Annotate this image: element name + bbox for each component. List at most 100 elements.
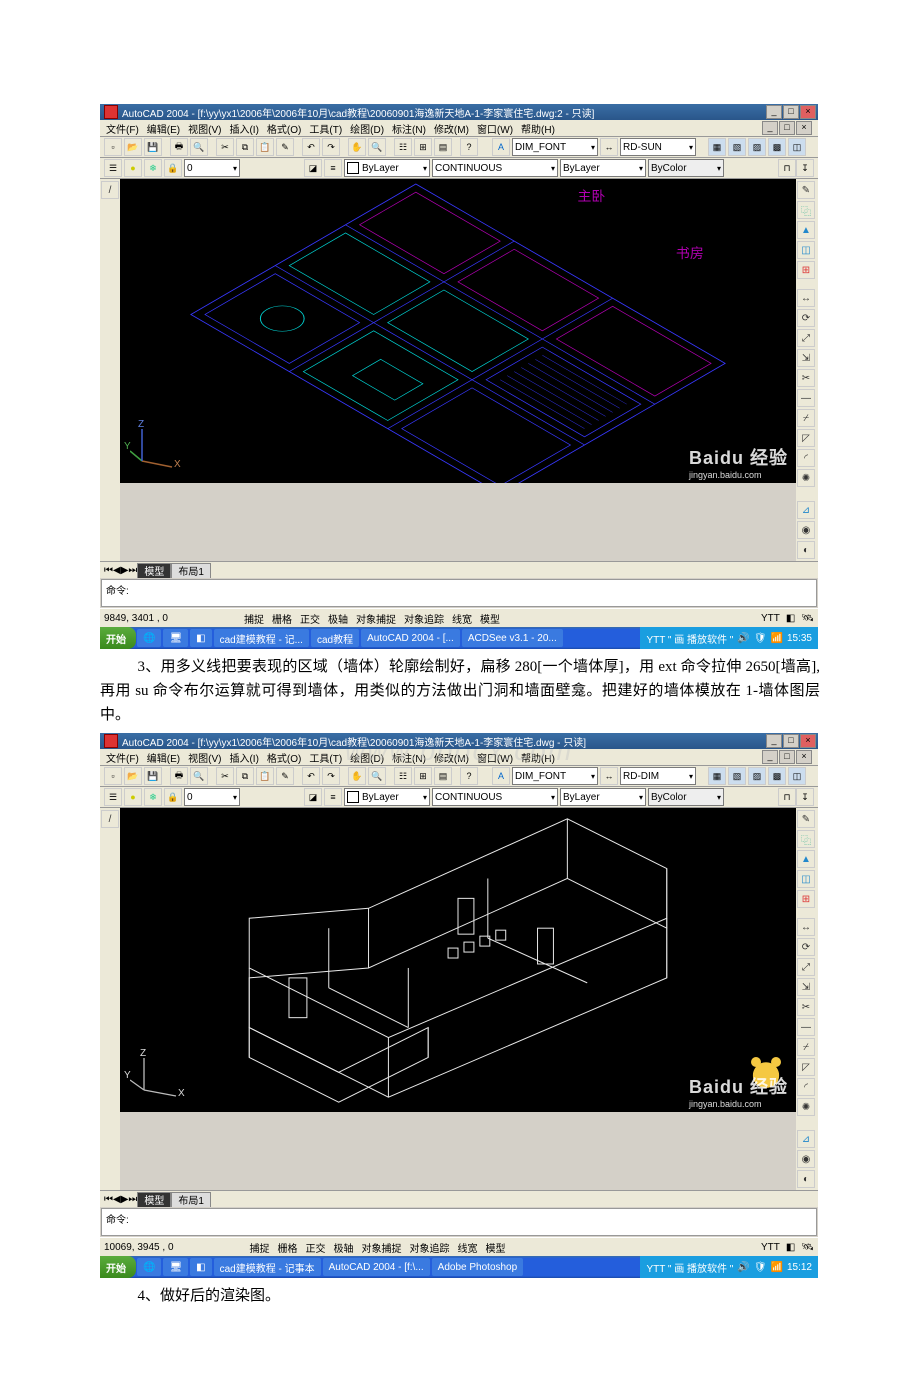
color-icon[interactable]: ◪ [304, 159, 322, 177]
layer-lock-icon[interactable]: 🔒 [164, 159, 182, 177]
tab-nav-first-icon[interactable]: ⏮ [104, 565, 113, 576]
text-style-dropdown[interactable]: DIM_FONT [512, 138, 598, 156]
help-icon[interactable]: ? [460, 138, 478, 156]
status-otrack[interactable]: 对象追踪 [404, 611, 444, 626]
command-line[interactable]: 命令: [101, 1208, 817, 1236]
trim-icon[interactable]: ✂ [797, 369, 815, 387]
designcenter-icon[interactable]: ⊞ [414, 767, 432, 785]
tb-icon-a[interactable]: ▦ [708, 767, 726, 785]
color-dropdown[interactable]: ByLayer [344, 159, 430, 177]
layer-freeze-icon[interactable]: ❄ [144, 788, 162, 806]
tb-icon-c[interactable]: ▨ [748, 138, 766, 156]
offset-icon[interactable]: ◫ [797, 241, 815, 259]
tab-model[interactable]: 模型 [137, 563, 171, 578]
tab-layout1[interactable]: 布局1 [171, 563, 211, 578]
open-icon[interactable]: 📂 [124, 138, 142, 156]
menu-dimension[interactable]: 标注(N) [392, 121, 426, 136]
view-tool-icon[interactable]: ◉ [797, 521, 815, 539]
rotate-icon[interactable]: ⟳ [797, 309, 815, 327]
quick-launch-desktop-icon[interactable]: 🖥 [163, 1258, 188, 1276]
taskbar-item-1[interactable]: cad建模教程 - 记事本 [214, 1258, 321, 1276]
dim-style-icon[interactable]: ↔ [600, 138, 618, 156]
ltype-icon[interactable]: ≡ [324, 159, 342, 177]
plotstyle-dropdown[interactable]: ByColor [648, 788, 724, 806]
erase-icon[interactable]: ✎ [797, 810, 815, 828]
menu-format[interactable]: 格式(O) [267, 750, 301, 765]
mdi-close-button[interactable]: × [796, 121, 812, 135]
taskbar-item-2[interactable]: AutoCAD 2004 - [f:\... [323, 1258, 430, 1276]
menu-tools[interactable]: 工具(T) [309, 121, 342, 136]
right-toolbar-icon-1[interactable]: ⊓ [778, 159, 796, 177]
properties-icon[interactable]: ☷ [394, 138, 412, 156]
layer-freeze-icon[interactable]: ❄ [144, 159, 162, 177]
menu-modify[interactable]: 修改(M) [434, 750, 469, 765]
right-toolbar-icon-1[interactable]: ⊓ [778, 788, 796, 806]
match-icon[interactable]: ✎ [276, 138, 294, 156]
new-icon[interactable]: ▫ [104, 138, 122, 156]
move-icon[interactable]: ↔ [797, 918, 815, 936]
tray-icon-3[interactable]: 📶 [771, 1262, 783, 1273]
extend-icon[interactable]: — [797, 1018, 815, 1036]
menu-edit[interactable]: 编辑(E) [147, 121, 180, 136]
ucs-tool-icon[interactable]: ⊿ [797, 501, 815, 519]
menu-view[interactable]: 视图(V) [188, 121, 221, 136]
status-osnap[interactable]: 对象捕捉 [356, 611, 396, 626]
designcenter-icon[interactable]: ⊞ [414, 138, 432, 156]
linetype-dropdown[interactable]: CONTINUOUS [432, 788, 558, 806]
close-button[interactable]: × [800, 734, 816, 748]
menu-tools[interactable]: 工具(T) [309, 750, 342, 765]
fillet-icon[interactable]: ◜ [797, 449, 815, 467]
text-style-icon[interactable]: A [492, 138, 510, 156]
zoom-icon[interactable]: 🔍 [368, 767, 386, 785]
status-polar[interactable]: 极轴 [328, 611, 348, 626]
right-toolbar-icon-2[interactable]: ↧ [796, 788, 814, 806]
layer-lock-icon[interactable]: 🔒 [164, 788, 182, 806]
tb-icon-b[interactable]: ▧ [728, 138, 746, 156]
open-icon[interactable]: 📂 [124, 767, 142, 785]
quick-launch-ie-icon[interactable]: 🌐 [137, 1258, 161, 1276]
fillet-icon[interactable]: ◜ [797, 1078, 815, 1096]
layer-manager-icon[interactable]: ☰ [104, 159, 122, 177]
tray-icon-2[interactable]: 🛡 [754, 1262, 767, 1273]
status-polar[interactable]: 极轴 [334, 1240, 354, 1255]
tray-icon-1[interactable]: 🔊 [737, 1262, 749, 1273]
pan-icon[interactable]: ✋ [348, 138, 366, 156]
quick-launch-desktop-icon[interactable]: 🖥 [163, 629, 188, 647]
menu-file[interactable]: 文件(F) [106, 121, 139, 136]
scale-icon[interactable]: ⤢ [797, 329, 815, 347]
tray-icon-3[interactable]: 📶 [771, 633, 783, 644]
layer-dropdown[interactable]: 0 [184, 788, 240, 806]
mdi-close-button[interactable]: × [796, 750, 812, 764]
stretch-icon[interactable]: ⇲ [797, 978, 815, 996]
status-comm-icon[interactable]: 🛰 [801, 1242, 814, 1253]
array-icon[interactable]: ⊞ [797, 890, 815, 908]
layer-dropdown[interactable]: 0 [184, 159, 240, 177]
status-model[interactable]: 模型 [486, 1240, 506, 1255]
mirror-icon[interactable]: ▲ [797, 221, 815, 239]
layer-off-icon[interactable]: ● [124, 159, 142, 177]
move-icon[interactable]: ↔ [797, 289, 815, 307]
copy-icon[interactable]: ⧉ [236, 767, 254, 785]
tb-icon-d[interactable]: ▩ [768, 138, 786, 156]
3dorbit-icon[interactable]: ◐ [797, 1170, 815, 1188]
chamfer-icon[interactable]: ◸ [797, 429, 815, 447]
minimize-button[interactable]: _ [766, 734, 782, 748]
status-ortho[interactable]: 正交 [300, 611, 320, 626]
plotstyle-dropdown[interactable]: ByColor [648, 159, 724, 177]
toolpalettes-icon[interactable]: ▤ [434, 767, 452, 785]
menu-file[interactable]: 文件(F) [106, 750, 139, 765]
menu-dimension[interactable]: 标注(N) [392, 750, 426, 765]
text-style-icon[interactable]: A [492, 767, 510, 785]
properties-icon[interactable]: ☷ [394, 767, 412, 785]
tray-icon-1[interactable]: 🔊 [737, 633, 749, 644]
minimize-button[interactable]: _ [766, 105, 782, 119]
color-icon[interactable]: ◪ [304, 788, 322, 806]
preview-icon[interactable]: 🔍 [190, 138, 208, 156]
tray-icon-2[interactable]: 🛡 [754, 633, 767, 644]
array-icon[interactable]: ⊞ [797, 261, 815, 279]
menu-window[interactable]: 窗口(W) [477, 750, 513, 765]
start-button[interactable]: 开始 [100, 627, 136, 649]
tb-icon-c[interactable]: ▨ [748, 767, 766, 785]
status-grid[interactable]: 栅格 [272, 611, 292, 626]
menu-insert[interactable]: 插入(I) [229, 121, 258, 136]
